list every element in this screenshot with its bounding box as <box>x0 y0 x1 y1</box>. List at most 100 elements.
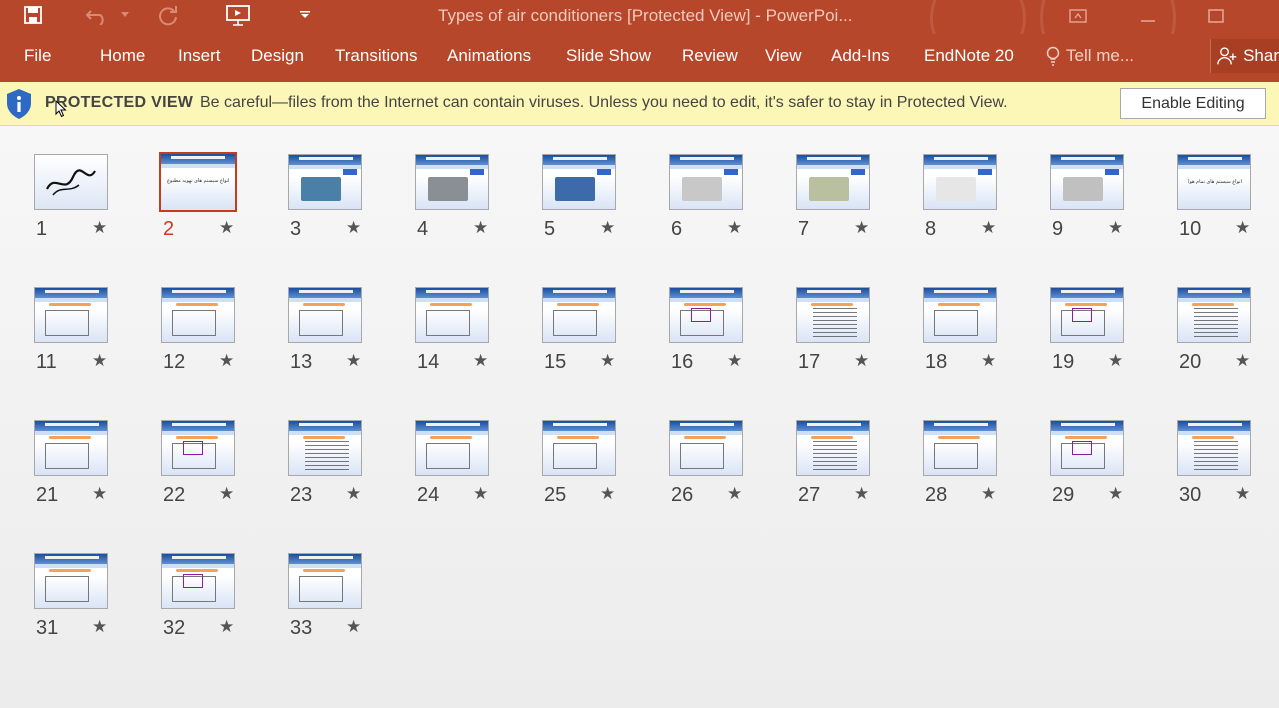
slide-23[interactable]: 23 ★ <box>288 420 408 520</box>
slide-thumbnail[interactable] <box>34 154 108 210</box>
tab-home[interactable]: Home <box>100 46 145 66</box>
slide-thumbnail[interactable] <box>34 287 108 343</box>
animation-star-icon[interactable]: ★ <box>1108 484 1123 504</box>
slide-thumbnail[interactable] <box>288 287 362 343</box>
slide-thumbnail[interactable] <box>923 154 997 210</box>
slide-thumbnail[interactable]: انواع سیستم های تمام هوا <box>1177 154 1251 210</box>
slide-26[interactable]: 26 ★ <box>669 420 789 520</box>
slide-33[interactable]: 33 ★ <box>288 553 408 653</box>
animation-star-icon[interactable]: ★ <box>600 484 615 504</box>
slide-thumbnail[interactable] <box>923 420 997 476</box>
customize-qat-icon[interactable] <box>296 0 314 30</box>
tab-add-ins[interactable]: Add-Ins <box>831 46 890 66</box>
slide-thumbnail[interactable] <box>1050 287 1124 343</box>
undo-icon[interactable] <box>82 0 112 30</box>
tab-slide-show[interactable]: Slide Show <box>566 46 651 66</box>
from-beginning-icon[interactable] <box>222 0 254 30</box>
slide-24[interactable]: 24 ★ <box>415 420 535 520</box>
tab-review[interactable]: Review <box>682 46 738 66</box>
slide-12[interactable]: 12 ★ <box>161 287 281 387</box>
animation-star-icon[interactable]: ★ <box>727 351 742 371</box>
slide-7[interactable]: 7 ★ <box>796 154 916 254</box>
slide-6[interactable]: 6 ★ <box>669 154 789 254</box>
slide-thumbnail[interactable]: انواع سیستم های تهویه مطبوع <box>159 152 237 212</box>
slide-2[interactable]: انواع سیستم های تهویه مطبوع 2 ★ <box>159 152 281 254</box>
slide-thumbnail[interactable] <box>669 154 743 210</box>
slide-thumbnail[interactable] <box>34 420 108 476</box>
maximize-icon[interactable] <box>1194 2 1238 30</box>
restore-ribbon-icon[interactable] <box>1056 2 1100 30</box>
animation-star-icon[interactable]: ★ <box>981 218 996 238</box>
animation-star-icon[interactable]: ★ <box>473 218 488 238</box>
slide-thumbnail[interactable] <box>1050 154 1124 210</box>
animation-star-icon[interactable]: ★ <box>346 484 361 504</box>
slide-thumbnail[interactable] <box>669 287 743 343</box>
share-button[interactable]: Shar <box>1210 39 1279 73</box>
animation-star-icon[interactable]: ★ <box>981 351 996 371</box>
slide-8[interactable]: 8 ★ <box>923 154 1043 254</box>
animation-star-icon[interactable]: ★ <box>981 484 996 504</box>
animation-star-icon[interactable]: ★ <box>600 218 615 238</box>
animation-star-icon[interactable]: ★ <box>219 218 234 238</box>
slide-thumbnail[interactable] <box>542 154 616 210</box>
slide-27[interactable]: 27 ★ <box>796 420 916 520</box>
animation-star-icon[interactable]: ★ <box>727 218 742 238</box>
slide-10[interactable]: انواع سیستم های تمام هوا 10 ★ <box>1177 154 1279 254</box>
slide-thumbnail[interactable] <box>796 420 870 476</box>
slide-30[interactable]: 30 ★ <box>1177 420 1279 520</box>
slide-thumbnail[interactable] <box>415 420 489 476</box>
slide-thumbnail[interactable] <box>1050 420 1124 476</box>
tab-insert[interactable]: Insert <box>178 46 221 66</box>
slide-thumbnail[interactable] <box>288 553 362 609</box>
slide-thumbnail[interactable] <box>669 420 743 476</box>
slide-3[interactable]: 3 ★ <box>288 154 408 254</box>
redo-icon[interactable] <box>154 0 182 30</box>
slide-9[interactable]: 9 ★ <box>1050 154 1170 254</box>
slide-thumbnail[interactable] <box>796 154 870 210</box>
slide-thumbnail[interactable] <box>923 287 997 343</box>
undo-dropdown-icon[interactable] <box>118 0 132 30</box>
animation-star-icon[interactable]: ★ <box>1108 351 1123 371</box>
animation-star-icon[interactable]: ★ <box>219 484 234 504</box>
tab-design[interactable]: Design <box>251 46 304 66</box>
animation-star-icon[interactable]: ★ <box>92 484 107 504</box>
slide-4[interactable]: 4 ★ <box>415 154 535 254</box>
slide-19[interactable]: 19 ★ <box>1050 287 1170 387</box>
save-icon[interactable] <box>20 0 46 30</box>
slide-thumbnail[interactable] <box>161 420 235 476</box>
slide-thumbnail[interactable] <box>796 287 870 343</box>
slide-thumbnail[interactable] <box>288 154 362 210</box>
tab-endnote[interactable]: EndNote 20 <box>924 46 1014 66</box>
slide-5[interactable]: 5 ★ <box>542 154 662 254</box>
minimize-icon[interactable] <box>1126 2 1170 30</box>
tab-view[interactable]: View <box>765 46 802 66</box>
animation-star-icon[interactable]: ★ <box>854 351 869 371</box>
slide-thumbnail[interactable] <box>1177 287 1251 343</box>
animation-star-icon[interactable]: ★ <box>1235 484 1250 504</box>
slide-20[interactable]: 20 ★ <box>1177 287 1279 387</box>
slide-22[interactable]: 22 ★ <box>161 420 281 520</box>
tab-animations[interactable]: Animations <box>447 46 531 66</box>
slide-thumbnail[interactable] <box>415 287 489 343</box>
slide-16[interactable]: 16 ★ <box>669 287 789 387</box>
slide-32[interactable]: 32 ★ <box>161 553 281 653</box>
slide-25[interactable]: 25 ★ <box>542 420 662 520</box>
slide-18[interactable]: 18 ★ <box>923 287 1043 387</box>
slide-31[interactable]: 31 ★ <box>34 553 154 653</box>
slide-15[interactable]: 15 ★ <box>542 287 662 387</box>
slide-28[interactable]: 28 ★ <box>923 420 1043 520</box>
slide-1[interactable]: 1 ★ <box>34 154 154 254</box>
slide-thumbnail[interactable] <box>161 287 235 343</box>
slide-thumbnail[interactable] <box>542 420 616 476</box>
slide-29[interactable]: 29 ★ <box>1050 420 1170 520</box>
animation-star-icon[interactable]: ★ <box>219 617 234 637</box>
slide-thumbnail[interactable] <box>1177 420 1251 476</box>
animation-star-icon[interactable]: ★ <box>1108 218 1123 238</box>
animation-star-icon[interactable]: ★ <box>473 351 488 371</box>
slide-thumbnail[interactable] <box>161 553 235 609</box>
slide-thumbnail[interactable] <box>34 553 108 609</box>
animation-star-icon[interactable]: ★ <box>473 484 488 504</box>
animation-star-icon[interactable]: ★ <box>346 218 361 238</box>
enable-editing-button[interactable]: Enable Editing <box>1120 88 1266 119</box>
animation-star-icon[interactable]: ★ <box>600 351 615 371</box>
